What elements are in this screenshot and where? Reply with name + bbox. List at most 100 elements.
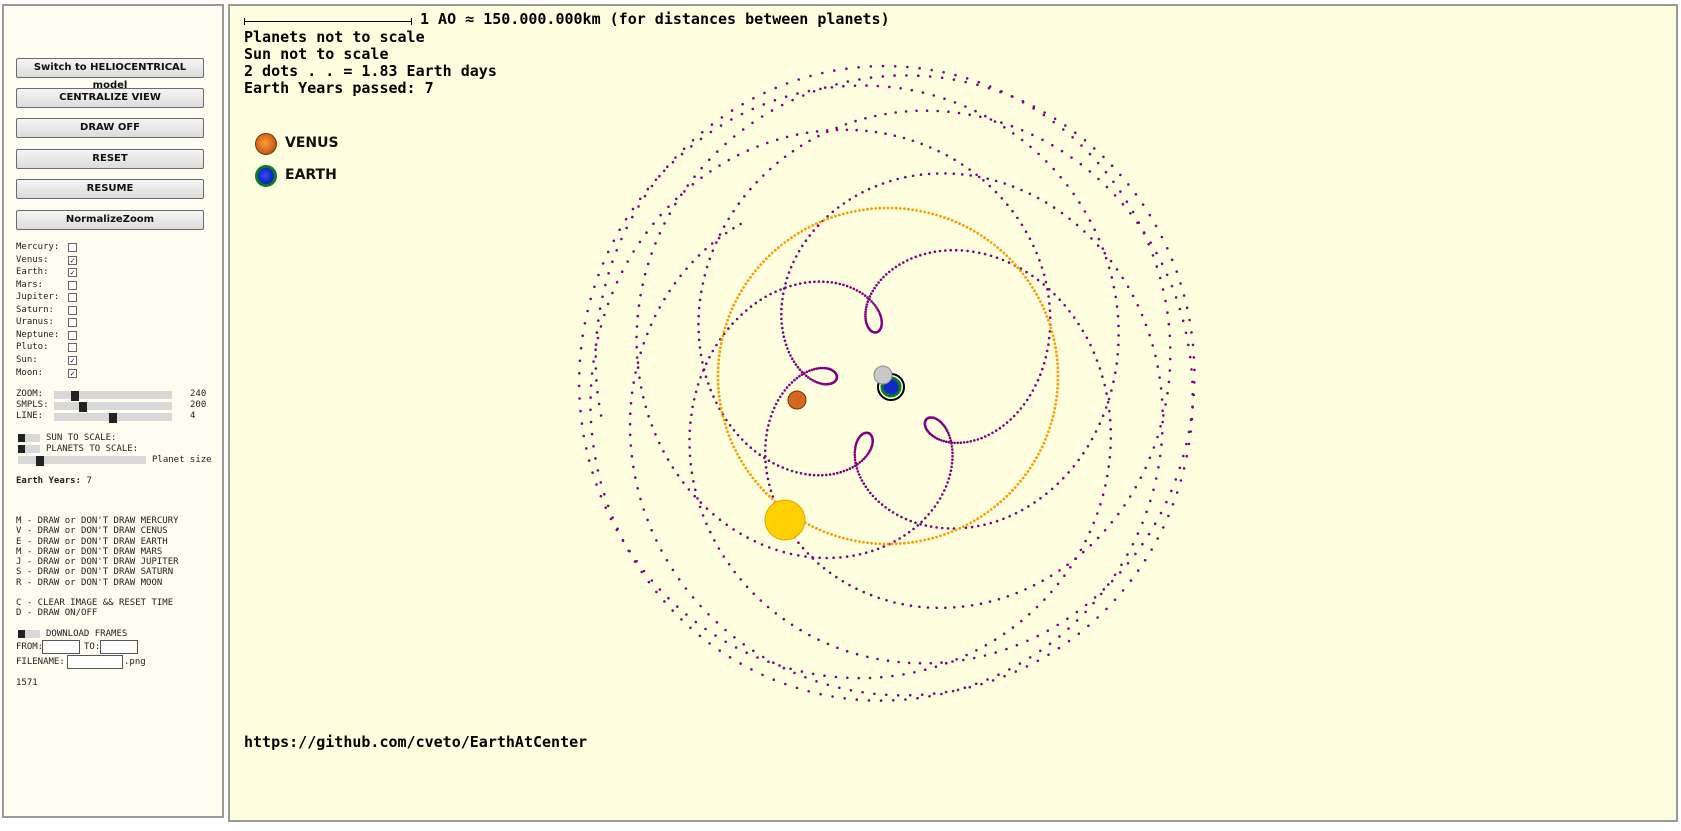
sun-trail-dot bbox=[716, 382, 720, 386]
download-frames-toggle[interactable] bbox=[18, 630, 40, 638]
venus-trail-dot bbox=[830, 281, 834, 284]
venus-trail-dot bbox=[807, 690, 810, 693]
venus-trail-dot bbox=[680, 152, 684, 156]
venus-trail-dot bbox=[852, 554, 855, 557]
venus-trail-dot bbox=[1161, 432, 1164, 435]
venus-trail-dot bbox=[766, 605, 770, 609]
switch-model-button[interactable]: Switch to HELIOCENTRICAL model bbox=[16, 58, 204, 91]
venus-trail-dot bbox=[654, 242, 657, 245]
venus-trail-dot bbox=[698, 346, 702, 349]
venus-trail-dot bbox=[809, 377, 812, 381]
venus-trail-dot bbox=[1046, 629, 1050, 632]
venus-trail-dot bbox=[804, 472, 807, 476]
filename-input[interactable] bbox=[67, 655, 123, 669]
venus-trail-dot bbox=[1179, 282, 1182, 285]
shortcut-line: E - DRAW or DON'T DRAW EARTH bbox=[16, 536, 168, 547]
checkbox-sun[interactable]: ✓ bbox=[68, 355, 77, 365]
venus-trail-dot bbox=[808, 473, 812, 477]
venus-trail-dot bbox=[780, 302, 784, 306]
line-slider[interactable] bbox=[54, 413, 172, 423]
sun-trail-dot bbox=[1002, 251, 1006, 255]
venus-trail-dot bbox=[836, 206, 840, 209]
from-input[interactable] bbox=[42, 640, 80, 654]
venus-trail-dot bbox=[1105, 607, 1108, 611]
venus-trail-dot bbox=[641, 283, 644, 287]
venus-trail-dot bbox=[876, 84, 880, 88]
venus-trail-dot bbox=[703, 274, 707, 277]
reset-button[interactable]: RESET bbox=[16, 149, 204, 169]
venus-trail-dot bbox=[1166, 391, 1169, 395]
venus-trail-dot bbox=[1036, 196, 1040, 200]
sun-trail-dot bbox=[762, 489, 765, 492]
line-slider-thumb[interactable] bbox=[109, 413, 117, 423]
sun-to-scale-toggle[interactable] bbox=[18, 434, 40, 442]
sun-trail-dot bbox=[724, 322, 728, 326]
venus-trail-dot bbox=[1161, 288, 1165, 291]
venus-trail-dot bbox=[961, 173, 964, 176]
zoom-slider-thumb[interactable] bbox=[71, 391, 79, 401]
checkbox-saturn[interactable] bbox=[68, 305, 77, 315]
sun-trail-dot bbox=[780, 243, 783, 247]
venus-trail-dot bbox=[855, 587, 858, 590]
github-link[interactable]: https://github.com/cveto/EarthAtCenter bbox=[244, 733, 587, 751]
checkbox-jupiter[interactable] bbox=[68, 293, 77, 303]
venus-trail-dot bbox=[780, 317, 783, 321]
venus-trail-dot bbox=[869, 593, 873, 597]
checkbox-venus[interactable]: ✓ bbox=[68, 255, 77, 265]
zoom-slider[interactable] bbox=[54, 391, 172, 401]
zoom-label: ZOOM: bbox=[16, 389, 44, 399]
planets-to-scale-label: PLANETS TO SCALE: bbox=[46, 444, 139, 454]
checkbox-mars[interactable] bbox=[68, 280, 77, 290]
venus-trail-dot bbox=[710, 242, 714, 245]
venus-trail-dot bbox=[1047, 336, 1051, 340]
venus-trail-dot bbox=[1079, 162, 1083, 166]
venus-trail-dot bbox=[1110, 579, 1114, 583]
checkbox-mercury[interactable] bbox=[68, 243, 77, 252]
venus-trail-dot bbox=[1189, 430, 1192, 433]
venus-trail-dot bbox=[592, 360, 595, 363]
checkbox-earth[interactable]: ✓ bbox=[68, 268, 77, 278]
venus-trail-dot bbox=[866, 655, 869, 659]
sun-trail-dot bbox=[719, 402, 722, 406]
sun-trail-dot bbox=[1056, 378, 1060, 382]
sun-trail-dot bbox=[770, 251, 774, 255]
checkbox-moon[interactable]: ✓ bbox=[68, 368, 77, 378]
draw-toggle-button[interactable]: DRAW OFF bbox=[16, 118, 204, 138]
venus-trail-dot bbox=[794, 255, 798, 258]
checkbox-label: Neptune: bbox=[16, 329, 60, 340]
checkbox-uranus[interactable] bbox=[68, 318, 77, 328]
normalize-zoom-button[interactable]: NormalizeZoom bbox=[16, 210, 204, 230]
venus-trail-dot bbox=[952, 172, 956, 175]
venus-trail-dot bbox=[1088, 219, 1092, 222]
planets-to-scale-toggle[interactable] bbox=[18, 445, 40, 453]
venus-trail-dot bbox=[874, 130, 878, 134]
planet-size-slider[interactable] bbox=[18, 456, 146, 466]
venus-trail-dot bbox=[988, 184, 992, 188]
venus-trail-dot bbox=[632, 465, 635, 469]
venus-trail-dot bbox=[1056, 582, 1060, 586]
venus-trail-dot bbox=[601, 262, 605, 265]
venus-trail-dot bbox=[1136, 304, 1140, 307]
venus-trail-dot bbox=[1161, 409, 1164, 413]
venus-trail-dot bbox=[1033, 501, 1036, 504]
venus-trail-dot bbox=[932, 94, 936, 97]
centralize-view-button[interactable]: CENTRALIZE VIEW bbox=[16, 88, 204, 108]
venus-trail-dot bbox=[659, 213, 662, 217]
samples-slider[interactable] bbox=[54, 402, 172, 412]
shortcut-line: M - DRAW or DON'T DRAW MERCURY bbox=[16, 516, 179, 526]
samples-slider-thumb[interactable] bbox=[79, 402, 87, 412]
sun-trail-dot bbox=[723, 422, 727, 426]
resume-button[interactable]: RESUME bbox=[16, 179, 204, 199]
orbit-canvas[interactable]: 1 AO ≈ 150.000.000km (for distances betw… bbox=[228, 4, 1678, 822]
venus-trail-dot bbox=[867, 297, 870, 301]
venus-trail-dot bbox=[741, 102, 744, 106]
planet-size-slider-thumb[interactable] bbox=[36, 456, 44, 466]
venus-trail-dot bbox=[794, 283, 797, 287]
venus-trail-dot bbox=[855, 289, 859, 292]
checkbox-neptune[interactable] bbox=[68, 330, 77, 340]
venus-trail-dot bbox=[944, 690, 948, 694]
to-input[interactable] bbox=[100, 640, 138, 654]
checkbox-pluto[interactable] bbox=[68, 343, 77, 353]
venus-trail-dot bbox=[899, 87, 902, 90]
venus-trail-dot bbox=[1134, 485, 1137, 489]
